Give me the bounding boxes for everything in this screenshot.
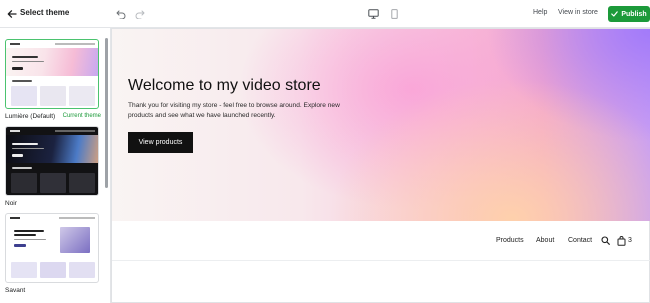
view-products-button[interactable]: View products xyxy=(128,132,193,153)
mini-hero-image xyxy=(60,227,90,253)
mini-text xyxy=(14,239,46,240)
theme-name: Savant xyxy=(5,287,26,294)
help-button[interactable]: Help xyxy=(533,9,547,16)
publish-button[interactable]: Publish xyxy=(608,6,650,22)
mini-button xyxy=(12,154,23,157)
mini-nav xyxy=(10,217,95,220)
cart-count: 3 xyxy=(628,237,632,244)
store-preview: Welcome to my video store Thank you for … xyxy=(111,28,650,303)
mini-heading xyxy=(12,143,38,145)
mini-text xyxy=(12,148,44,149)
mini-heading xyxy=(14,230,44,232)
search-icon[interactable] xyxy=(600,235,611,246)
mobile-view-icon[interactable] xyxy=(387,7,401,21)
mini-product xyxy=(69,173,95,193)
mini-text xyxy=(12,61,44,62)
current-theme-label: Current theme xyxy=(62,113,101,119)
back-arrow-icon[interactable] xyxy=(4,6,20,22)
publish-label: Publish xyxy=(621,10,647,18)
mini-nav xyxy=(10,43,95,46)
theme-thumbnail[interactable] xyxy=(5,39,99,109)
mini-button xyxy=(12,67,23,70)
mini-section-title xyxy=(12,167,32,169)
shopping-bag-icon xyxy=(617,235,626,246)
hero-banner: Welcome to my video store Thank you for … xyxy=(112,29,650,221)
theme-sidebar: Lumière (Default) Current theme Noir Sav… xyxy=(0,28,111,303)
mini-heading xyxy=(14,234,36,236)
view-in-store-button[interactable]: View in store xyxy=(558,9,598,16)
desktop-view-icon[interactable] xyxy=(366,7,380,21)
mini-product xyxy=(40,262,66,278)
checkmark-icon xyxy=(611,11,619,17)
nav-products[interactable]: Products xyxy=(496,237,524,244)
nav-contact[interactable]: Contact xyxy=(568,237,592,244)
mini-heading xyxy=(12,56,38,58)
theme-name: Lumière (Default) xyxy=(5,113,56,120)
mini-product xyxy=(11,173,37,193)
mini-product xyxy=(40,86,66,106)
mini-product xyxy=(69,262,95,278)
mini-product xyxy=(40,173,66,193)
undo-icon[interactable] xyxy=(114,7,128,21)
redo-icon[interactable] xyxy=(133,7,147,21)
mini-nav xyxy=(10,130,95,133)
theme-thumbnail[interactable] xyxy=(5,213,99,283)
hero-title: Welcome to my video store xyxy=(128,77,321,94)
mini-product xyxy=(11,86,37,106)
mini-hero xyxy=(6,48,98,76)
mini-product xyxy=(11,262,37,278)
sidebar-scrollbar[interactable] xyxy=(105,38,108,188)
mini-section-title xyxy=(12,80,32,82)
nav-about[interactable]: About xyxy=(536,237,554,244)
top-bar: Select theme Help View in store Publish xyxy=(0,0,650,28)
cart-button[interactable]: 3 xyxy=(617,235,632,246)
theme-thumbnail[interactable] xyxy=(5,126,99,196)
theme-name: Noir xyxy=(5,200,17,207)
store-header: Products About Contact 3 xyxy=(112,221,650,261)
sidebar-title: Select theme xyxy=(20,8,70,17)
mini-product xyxy=(69,86,95,106)
mini-button xyxy=(14,244,26,247)
mini-hero xyxy=(6,135,98,163)
hero-subtitle: Thank you for visiting my store - feel f… xyxy=(128,102,340,119)
